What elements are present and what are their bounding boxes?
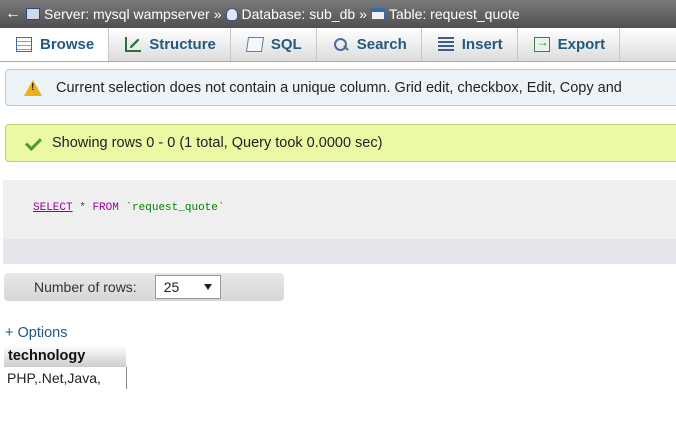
tab-browse[interactable]: Browse xyxy=(0,28,110,61)
back-arrow-icon[interactable]: ← xyxy=(0,5,26,23)
breadcrumb-table[interactable]: Table: request_quote xyxy=(370,6,520,22)
database-icon xyxy=(225,7,238,21)
breadcrumb-table-label: Table: request_quote xyxy=(388,6,520,22)
breadcrumb-server-label: Server: mysql wampserver xyxy=(44,6,210,22)
number-of-rows-select[interactable]: 25 xyxy=(154,275,221,299)
sql-query-footer xyxy=(3,239,676,264)
breadcrumb-separator: » xyxy=(213,6,222,22)
breadcrumb-bar: ← Server: mysql wampserver » Database: s… xyxy=(0,0,676,28)
success-message: Showing rows 0 - 0 (1 total, Query took … xyxy=(5,124,676,162)
tab-insert-label: Insert xyxy=(461,36,503,53)
table-row: PHP,.Net,Java, xyxy=(4,367,127,389)
sql-select-keyword[interactable]: SELECT xyxy=(33,202,73,214)
number-of-rows-label: Number of rows: xyxy=(34,279,137,295)
result-table: technology PHP,.Net,Java, xyxy=(4,345,127,389)
tab-sql-label: SQL xyxy=(270,36,302,53)
breadcrumb-database[interactable]: Database: sub_db xyxy=(225,6,356,22)
breadcrumb-separator: » xyxy=(359,6,367,22)
breadcrumb-server[interactable]: Server: mysql wampserver xyxy=(26,6,210,22)
sql-query-box: SELECT * FROM `request_quote` xyxy=(3,180,676,264)
notice-message: Current selection does not contain a uni… xyxy=(5,69,676,106)
notice-text: Current selection does not contain a uni… xyxy=(56,79,622,96)
check-icon xyxy=(24,135,40,151)
number-of-rows-bar: Number of rows: 25 xyxy=(4,273,284,301)
sql-query-code: SELECT * FROM `request_quote` xyxy=(3,180,676,239)
tab-search-label: Search xyxy=(356,36,407,53)
table-icon xyxy=(370,8,385,20)
tab-search[interactable]: Search xyxy=(317,28,422,61)
sql-table-name: `request_quote` xyxy=(125,202,225,214)
tab-export-label: Export xyxy=(557,36,606,53)
search-icon xyxy=(333,37,349,52)
warning-icon xyxy=(24,79,42,96)
success-text: Showing rows 0 - 0 (1 total, Query took … xyxy=(52,135,383,151)
options-link[interactable]: + Options xyxy=(5,325,67,341)
tab-insert[interactable]: Insert xyxy=(422,28,518,61)
sql-star: * xyxy=(79,202,86,214)
table-cell[interactable]: PHP,.Net,Java, xyxy=(4,367,127,389)
tab-bar: Browse Structure SQL Search Insert Expor… xyxy=(0,28,676,62)
chevron-down-icon xyxy=(203,284,212,290)
browse-icon xyxy=(16,37,32,52)
tab-browse-label: Browse xyxy=(40,36,95,53)
number-of-rows-value: 25 xyxy=(163,279,180,295)
insert-icon xyxy=(437,37,454,52)
sql-icon xyxy=(245,37,264,52)
server-icon xyxy=(26,8,40,20)
structure-icon xyxy=(125,37,142,52)
tab-structure-label: Structure xyxy=(149,36,216,53)
sql-from-keyword: FROM xyxy=(92,202,119,214)
tab-structure[interactable]: Structure xyxy=(109,28,231,61)
tab-sql[interactable]: SQL xyxy=(231,28,317,61)
breadcrumb-database-label: Database: sub_db xyxy=(241,6,356,22)
export-icon xyxy=(533,35,550,52)
tab-export[interactable]: Export xyxy=(518,28,621,61)
column-header-technology[interactable]: technology xyxy=(4,345,126,367)
